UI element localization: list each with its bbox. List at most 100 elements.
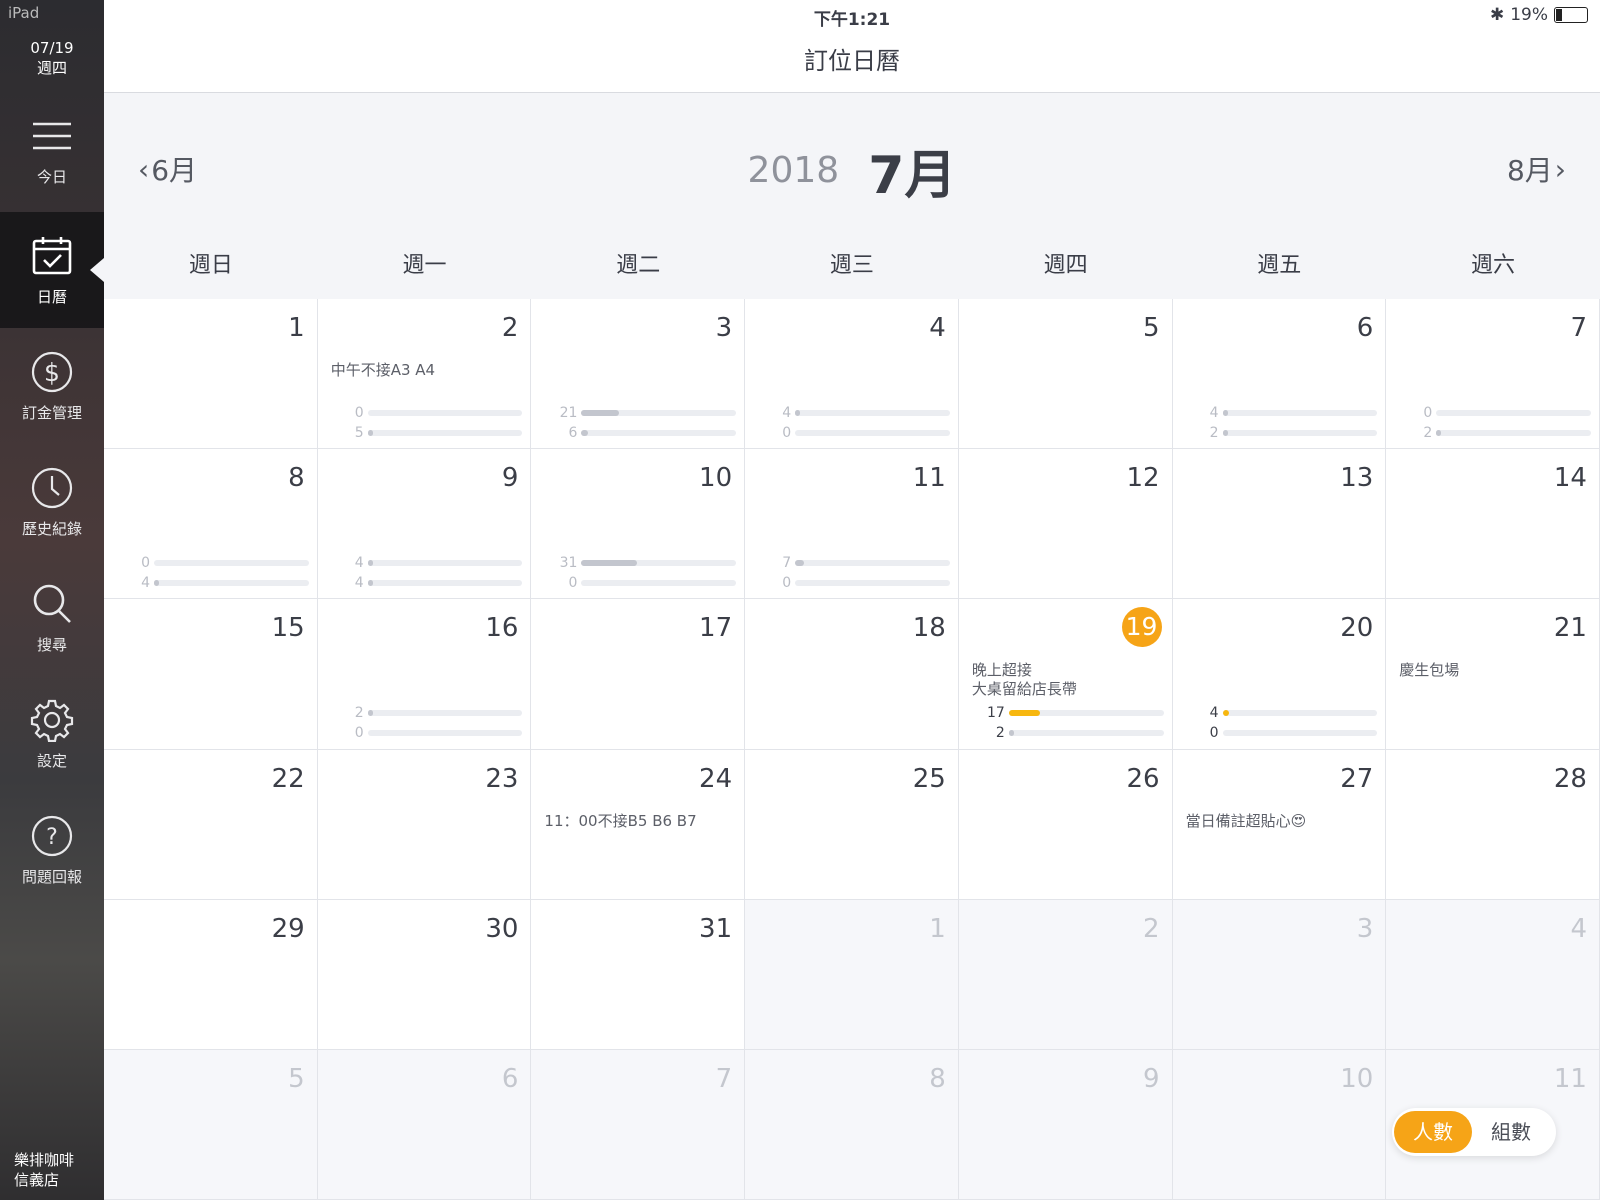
calendar-day-cell[interactable]: 11 7 0: [745, 449, 959, 600]
calendar-day-cell[interactable]: 24 11：00不接B5 B6 B7: [531, 749, 746, 900]
calendar-day-cell[interactable]: 17: [531, 599, 746, 750]
store-name: 樂排咖啡 信義店: [14, 1150, 74, 1190]
calendar-day-cell[interactable]: 1: [745, 899, 959, 1050]
calendar-day-cell[interactable]: 1: [104, 299, 318, 450]
calendar-day-cell[interactable]: 5: [958, 299, 1173, 450]
bar-row-lunch: 4: [757, 403, 950, 423]
reservation-bars: 02: [1398, 403, 1591, 443]
sidebar-item-feedback[interactable]: ? 問題回報: [0, 792, 104, 908]
calendar-day-cell[interactable]: 642: [1172, 299, 1387, 450]
sidebar-item-calendar[interactable]: 日曆: [0, 212, 104, 328]
sidebar-item-label: 歷史紀錄: [21, 519, 82, 538]
calendar-day-cell[interactable]: 7: [531, 1049, 746, 1200]
calendar-day-cell[interactable]: 26: [958, 749, 1173, 900]
calendar-day-cell[interactable]: 18: [745, 599, 959, 750]
bar-track: [367, 410, 523, 416]
bar-count: 0: [782, 425, 792, 441]
day-note: 當日備註超貼心😍: [1185, 811, 1307, 830]
next-month-label: 8月: [1506, 154, 1553, 187]
sidebar-item-search[interactable]: 搜尋: [0, 560, 104, 676]
bar-count: 2: [995, 725, 1005, 742]
calendar-day-cell[interactable]: 28: [1386, 749, 1600, 900]
calendar-day-cell[interactable]: 10 31 0: [531, 449, 746, 600]
bar-track: [1222, 730, 1378, 737]
status-right: ✱ 19%: [1490, 5, 1588, 25]
reservation-bars: 20: [330, 703, 523, 743]
calendar-day-cell[interactable]: 12: [958, 449, 1173, 600]
sidebar-item-label: 日曆: [36, 287, 67, 306]
calendar-day-cell[interactable]: 22: [104, 749, 318, 900]
calendar-day-cell[interactable]: 5: [104, 1049, 318, 1200]
day-number: 20: [1340, 613, 1374, 644]
sidebar-item-today[interactable]: 今日: [0, 92, 104, 208]
calendar-day-cell[interactable]: 2: [958, 899, 1173, 1050]
clock-icon: [31, 467, 73, 508]
search-icon: [33, 584, 71, 623]
bar-row-lunch: 0: [330, 403, 523, 423]
calendar-day-cell[interactable]: 10: [1172, 1049, 1387, 1200]
toggle-people-option[interactable]: 人數: [1394, 1111, 1472, 1153]
calendar-day-cell[interactable]: 20 4 0: [1172, 599, 1387, 750]
day-number: 28: [1553, 763, 1587, 794]
weekday-label: 週五: [1257, 253, 1302, 278]
day-number: 11: [912, 463, 946, 494]
calendar-day-cell[interactable]: 440: [745, 299, 959, 450]
svg-text:$: $: [44, 358, 60, 387]
day-number: 7: [1570, 313, 1587, 343]
bar-track: [1222, 710, 1378, 717]
sidebar-item-label: 問題回報: [21, 867, 82, 886]
calendar-day-cell[interactable]: 13: [1172, 449, 1387, 600]
calendar-day-cell[interactable]: 21 慶生包場: [1386, 599, 1600, 750]
calendar-grid: 1 2 中午不接A3 A4 0 5 3 21 6 4 4 0 5 6 4 2 7 0 2 8 0 4 9 4 4 10 31 0 11…: [104, 299, 1600, 1200]
calendar-day-cell[interactable]: 30: [317, 899, 532, 1050]
bar-count: 5: [354, 425, 364, 441]
calendar-day-cell[interactable]: 14: [1386, 449, 1600, 600]
sidebar-item-history[interactable]: 歷史紀錄: [0, 444, 104, 560]
calendar-day-cell[interactable]: 25: [745, 749, 959, 900]
bar-row-lunch: 0: [1398, 403, 1591, 423]
sidebar-item-deposit[interactable]: $ 訂金管理: [0, 328, 104, 444]
bar-count: 0: [354, 725, 364, 742]
bar-fill: [795, 560, 805, 567]
calendar-day-cell[interactable]: 23: [317, 749, 532, 900]
calendar-day-cell[interactable]: 4: [1386, 899, 1600, 1050]
bar-row-dinner: 0: [330, 723, 523, 743]
day-number: 21: [1553, 613, 1587, 644]
day-number: 9: [501, 463, 519, 494]
calendar-day-cell[interactable]: 29: [104, 899, 318, 1050]
calendar-day-cell[interactable]: 3 21 6: [531, 299, 746, 450]
bar-track: [367, 730, 523, 737]
next-month-button[interactable]: 8月 ›: [1507, 149, 1566, 189]
weekday-header: 週日 週一 週二 週三 週四 週五 週六: [104, 233, 1600, 299]
sidebar-item-settings[interactable]: 設定: [0, 676, 104, 792]
calendar-day-cell[interactable]: 6: [317, 1049, 532, 1200]
bar-row-dinner: 5: [330, 423, 523, 443]
calendar-day-cell[interactable]: 31: [531, 899, 746, 1050]
calendar-day-cell[interactable]: 2 中午不接A3 A4 0 5: [317, 299, 532, 450]
bar-row-dinner: 0: [757, 573, 950, 593]
calendar-day-cell[interactable]: 8: [745, 1049, 959, 1200]
bar-count: 21: [559, 405, 578, 421]
toggle-groups-option[interactable]: 組數: [1472, 1111, 1550, 1153]
calendar-day-cell[interactable]: 804: [104, 449, 318, 600]
day-number: 25: [912, 763, 946, 794]
calendar-day-cell[interactable]: 27 當日備註超貼心😍: [1172, 749, 1387, 900]
reservation-bars: 21 6: [543, 403, 737, 443]
bluetooth-icon: ✱: [1489, 5, 1505, 25]
bar-track: [1008, 730, 1164, 737]
bar-track: [795, 580, 950, 587]
calendar-day-cell[interactable]: 7 02: [1386, 299, 1600, 450]
calendar-day-cell[interactable]: 16 2 0: [317, 599, 532, 750]
bar-fill: [367, 430, 373, 436]
month-navigation: ‹ 6月 2018 7月 8月 ›: [104, 93, 1600, 233]
bar-row-lunch: 0: [116, 553, 309, 573]
calendar-day-cell-today[interactable]: 19 晚上超接 大桌留給店長帶 17 2: [958, 599, 1173, 750]
calendar-day-cell[interactable]: 9: [958, 1049, 1173, 1200]
question-circle-icon: ?: [31, 815, 73, 856]
calendar-day-cell[interactable]: 3: [1172, 899, 1387, 1050]
calendar-day-cell[interactable]: 944: [317, 449, 532, 600]
bar-row-lunch: 4: [1185, 403, 1378, 423]
day-number: 3: [1356, 913, 1374, 944]
calendar-day-cell[interactable]: 15: [104, 599, 318, 750]
bar-row-dinner: 2: [1185, 423, 1378, 443]
